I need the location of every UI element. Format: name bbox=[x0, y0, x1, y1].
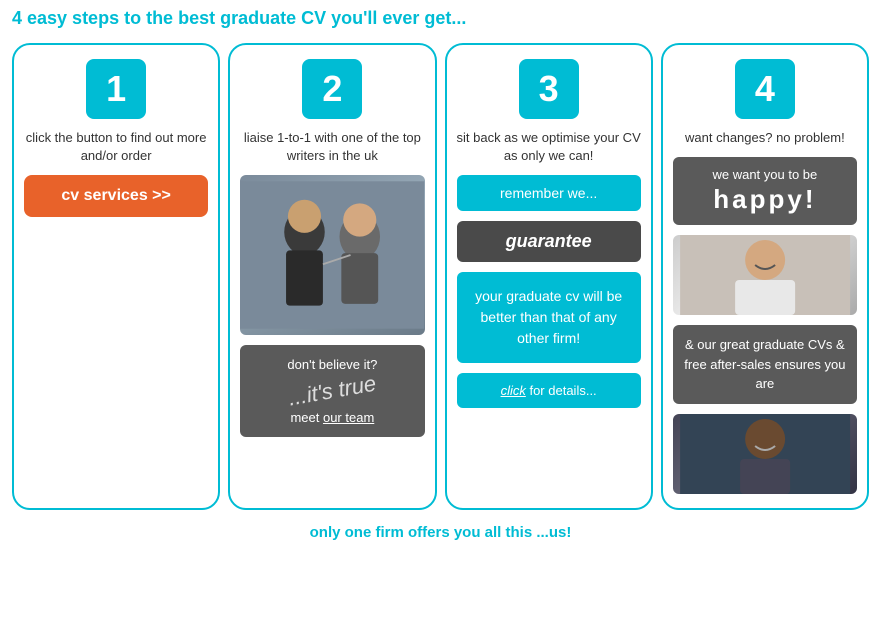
happy-box: we want you to be happy! bbox=[673, 157, 857, 225]
step-4-description: want changes? no problem! bbox=[685, 129, 845, 147]
cv-services-button[interactable]: cv services >> bbox=[24, 175, 208, 217]
footer-text: only one firm offers you all this ...us! bbox=[8, 524, 873, 541]
column-1: 1 click the button to find out more and/… bbox=[12, 43, 220, 510]
our-team-link[interactable]: our team bbox=[323, 410, 374, 425]
dont-believe-box: don't believe it? ...it's true meet our … bbox=[240, 345, 424, 437]
people-image bbox=[240, 175, 424, 335]
column-2: 2 liaise 1-to-1 with one of the top writ… bbox=[228, 43, 436, 510]
step-3-number: 3 bbox=[519, 59, 579, 119]
remember-box: remember we... bbox=[457, 175, 641, 211]
page-header: 4 easy steps to the best graduate CV you… bbox=[8, 8, 873, 29]
its-true-text: ...it's true bbox=[287, 371, 379, 412]
smiling-man-image bbox=[673, 414, 857, 494]
step-3-description: sit back as we optimise your CV as only … bbox=[457, 129, 641, 165]
for-details-text: for details... bbox=[529, 383, 596, 398]
smiling-woman-image bbox=[673, 235, 857, 315]
guarantee-text-box: & our great graduate CVs & free after-sa… bbox=[673, 325, 857, 404]
happy-big-text: happy! bbox=[683, 184, 847, 215]
man-svg bbox=[673, 414, 857, 494]
step-1-number: 1 bbox=[86, 59, 146, 119]
guarantee-box: guarantee bbox=[457, 221, 641, 262]
click-box: click for details... bbox=[457, 373, 641, 408]
body-text-box: your graduate cv will be better than tha… bbox=[457, 272, 641, 363]
meet-team-text: meet our team bbox=[250, 410, 414, 425]
step-2-description: liaise 1-to-1 with one of the top writer… bbox=[240, 129, 424, 165]
column-4: 4 want changes? no problem! we want you … bbox=[661, 43, 869, 510]
step-4-number: 4 bbox=[735, 59, 795, 119]
click-link[interactable]: click bbox=[501, 383, 526, 398]
happy-small-text: we want you to be bbox=[683, 167, 847, 182]
people-svg bbox=[240, 175, 424, 335]
column-3: 3 sit back as we optimise your CV as onl… bbox=[445, 43, 653, 510]
dont-believe-text: don't believe it? bbox=[250, 357, 414, 372]
step-2-number: 2 bbox=[302, 59, 362, 119]
columns-wrapper: 1 click the button to find out more and/… bbox=[8, 39, 873, 514]
step-1-description: click the button to find out more and/or… bbox=[24, 129, 208, 165]
woman-svg bbox=[673, 235, 857, 315]
